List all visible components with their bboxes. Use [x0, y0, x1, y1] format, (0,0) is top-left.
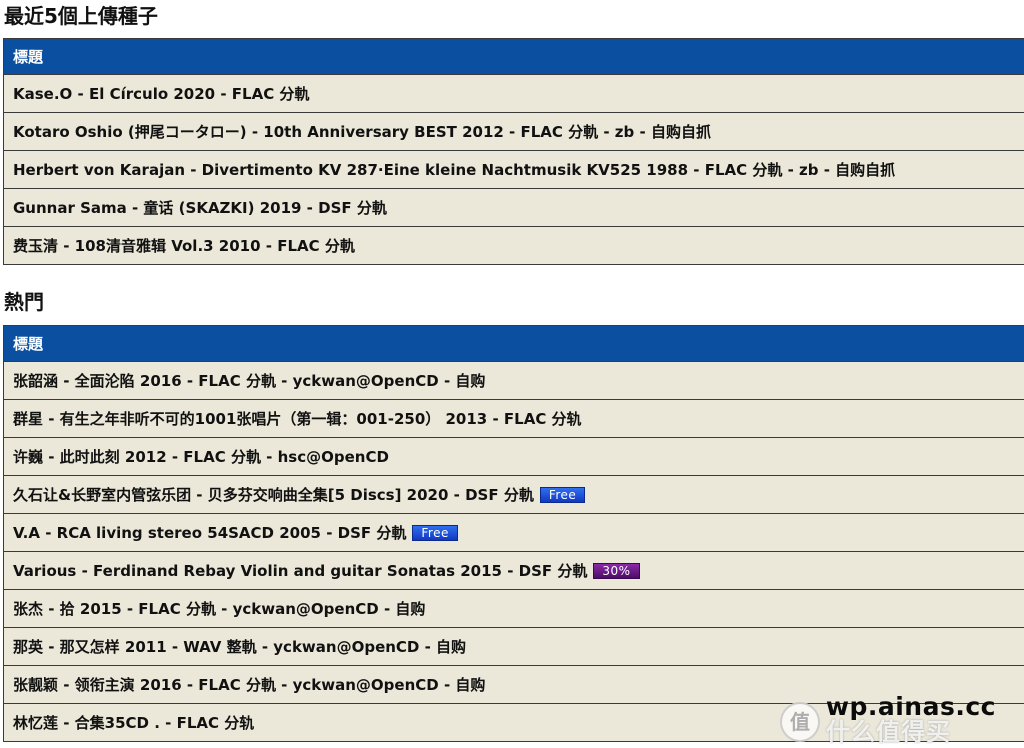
- torrent-link[interactable]: 群星 - 有生之年非听不可的1001张唱片（第一辑：001-250） 2013 …: [13, 408, 582, 429]
- free-badge: Free: [539, 486, 586, 503]
- torrent-link[interactable]: Herbert von Karajan - Divertimento KV 28…: [13, 159, 895, 180]
- table-row: Gunnar Sama - 童话 (SKAZKI) 2019 - DSF 分軌: [4, 189, 1024, 227]
- torrent-link[interactable]: 久石让&长野室内管弦乐团 - 贝多芬交响曲全集[5 Discs] 2020 - …: [13, 484, 534, 505]
- table-row: 那英 - 那又怎样 2011 - WAV 整軌 - yckwan@OpenCD …: [4, 628, 1024, 666]
- table-row: 久石让&长野室内管弦乐团 - 贝多芬交响曲全集[5 Discs] 2020 - …: [4, 476, 1024, 514]
- recent-uploads-title: 最近5個上傳種子: [4, 4, 158, 28]
- table-row: Herbert von Karajan - Divertimento KV 28…: [4, 151, 1024, 189]
- table-row: V.A - RCA living stereo 54SACD 2005 - DS…: [4, 514, 1024, 552]
- torrent-link[interactable]: 那英 - 那又怎样 2011 - WAV 整軌 - yckwan@OpenCD …: [13, 636, 466, 657]
- recent-header-label: 標題: [13, 48, 44, 66]
- torrent-link[interactable]: V.A - RCA living stereo 54SACD 2005 - DS…: [13, 522, 406, 543]
- table-row: 许巍 - 此时此刻 2012 - FLAC 分軌 - hsc@OpenCD: [4, 438, 1024, 476]
- torrent-link[interactable]: 费玉清 - 108清音雅辑 Vol.3 2010 - FLAC 分軌: [13, 235, 355, 256]
- hot-table: 標題 张韶涵 - 全面沦陷 2016 - FLAC 分軌 - yckwan@Op…: [3, 325, 1024, 742]
- hot-table-header: 標題: [4, 326, 1024, 362]
- hot-header-label: 標題: [13, 335, 44, 353]
- torrent-link[interactable]: 张杰 - 拾 2015 - FLAC 分軌 - yckwan@OpenCD - …: [13, 598, 425, 619]
- free-badge: Free: [412, 524, 458, 541]
- watermark-brand: 什么值得买: [826, 718, 951, 746]
- table-row: 群星 - 有生之年非听不可的1001张唱片（第一辑：001-250） 2013 …: [4, 400, 1024, 438]
- watermark: wp.ainas.cc 值 什么值得买: [776, 692, 1006, 746]
- hot-title: 熱門: [4, 290, 44, 314]
- torrent-link[interactable]: 张靓颖 - 领衔主演 2016 - FLAC 分軌 - yckwan@OpenC…: [13, 674, 485, 695]
- torrent-link[interactable]: Kase.O - El Círculo 2020 - FLAC 分軌: [13, 83, 309, 104]
- torrent-page: 最近5個上傳種子 標題 Kase.O - El Círculo 2020 - F…: [0, 0, 1024, 748]
- watermark-logo-icon: 值: [780, 702, 820, 742]
- table-row: 张杰 - 拾 2015 - FLAC 分軌 - yckwan@OpenCD - …: [4, 590, 1024, 628]
- torrent-link[interactable]: Kotaro Oshio (押尾コータロー) - 10th Anniversar…: [13, 121, 711, 142]
- torrent-link[interactable]: 许巍 - 此时此刻 2012 - FLAC 分軌 - hsc@OpenCD: [13, 446, 389, 467]
- table-row: Kase.O - El Círculo 2020 - FLAC 分軌: [4, 75, 1024, 113]
- torrent-link[interactable]: Gunnar Sama - 童话 (SKAZKI) 2019 - DSF 分軌: [13, 197, 387, 218]
- torrent-link[interactable]: Various - Ferdinand Rebay Violin and gui…: [13, 560, 587, 581]
- torrent-link[interactable]: 林忆莲 - 合集35CD . - FLAC 分轨: [13, 712, 254, 733]
- discount-badge: 30%: [593, 562, 640, 579]
- recent-uploads-table: 標題 Kase.O - El Círculo 2020 - FLAC 分軌 Ko…: [3, 38, 1024, 265]
- recent-table-header: 標題: [4, 39, 1024, 75]
- table-row: 费玉清 - 108清音雅辑 Vol.3 2010 - FLAC 分軌: [4, 227, 1024, 265]
- table-row: Various - Ferdinand Rebay Violin and gui…: [4, 552, 1024, 590]
- table-row: Kotaro Oshio (押尾コータロー) - 10th Anniversar…: [4, 113, 1024, 151]
- torrent-link[interactable]: 张韶涵 - 全面沦陷 2016 - FLAC 分軌 - yckwan@OpenC…: [13, 370, 485, 391]
- table-row: 张韶涵 - 全面沦陷 2016 - FLAC 分軌 - yckwan@OpenC…: [4, 362, 1024, 400]
